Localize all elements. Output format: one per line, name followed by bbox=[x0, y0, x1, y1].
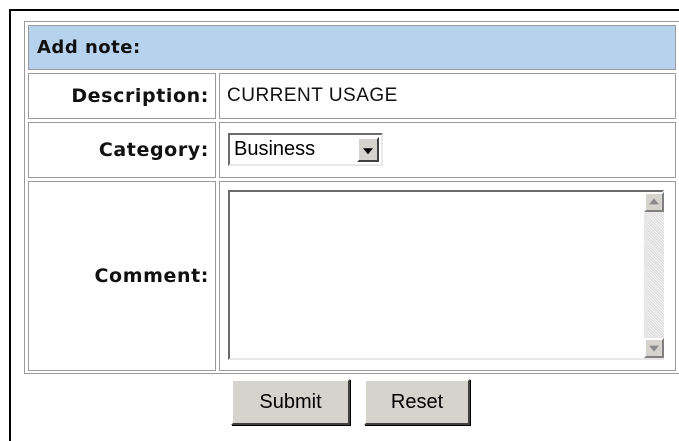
comment-label-cell: Comment: bbox=[28, 181, 216, 371]
chevron-down-icon bbox=[363, 147, 373, 154]
comment-row: Comment: bbox=[28, 181, 676, 371]
description-label: Description: bbox=[71, 85, 209, 107]
description-label-cell: Description: bbox=[28, 73, 216, 119]
category-label-cell: Category: bbox=[28, 122, 216, 178]
dropdown-button[interactable] bbox=[357, 137, 379, 162]
description-value: CURRENT USAGE bbox=[227, 85, 398, 106]
category-selected-value: Business bbox=[234, 138, 316, 160]
category-value-cell: Business bbox=[219, 122, 676, 178]
add-note-form: Add note: Description: CURRENT USAGE Cat… bbox=[24, 21, 679, 374]
comment-textarea[interactable] bbox=[228, 190, 664, 360]
submit-button[interactable]: Submit bbox=[231, 379, 350, 425]
description-value-cell: CURRENT USAGE bbox=[219, 73, 676, 119]
scroll-down-button[interactable] bbox=[644, 338, 664, 358]
reset-button[interactable]: Reset bbox=[364, 379, 470, 425]
scroll-up-button[interactable] bbox=[644, 192, 664, 212]
comment-label: Comment: bbox=[94, 265, 209, 287]
comment-value-cell bbox=[219, 181, 676, 371]
scroll-down-arrow-icon bbox=[649, 345, 659, 352]
category-row: Category: Business bbox=[28, 122, 676, 178]
category-label: Category: bbox=[98, 139, 209, 161]
category-select[interactable]: Business bbox=[228, 133, 383, 166]
description-row: Description: CURRENT USAGE bbox=[28, 73, 676, 119]
comment-scrollbar[interactable] bbox=[644, 192, 664, 358]
scroll-up-arrow-icon bbox=[649, 198, 659, 205]
form-header: Add note: bbox=[28, 25, 676, 70]
form-title: Add note: bbox=[37, 37, 141, 58]
